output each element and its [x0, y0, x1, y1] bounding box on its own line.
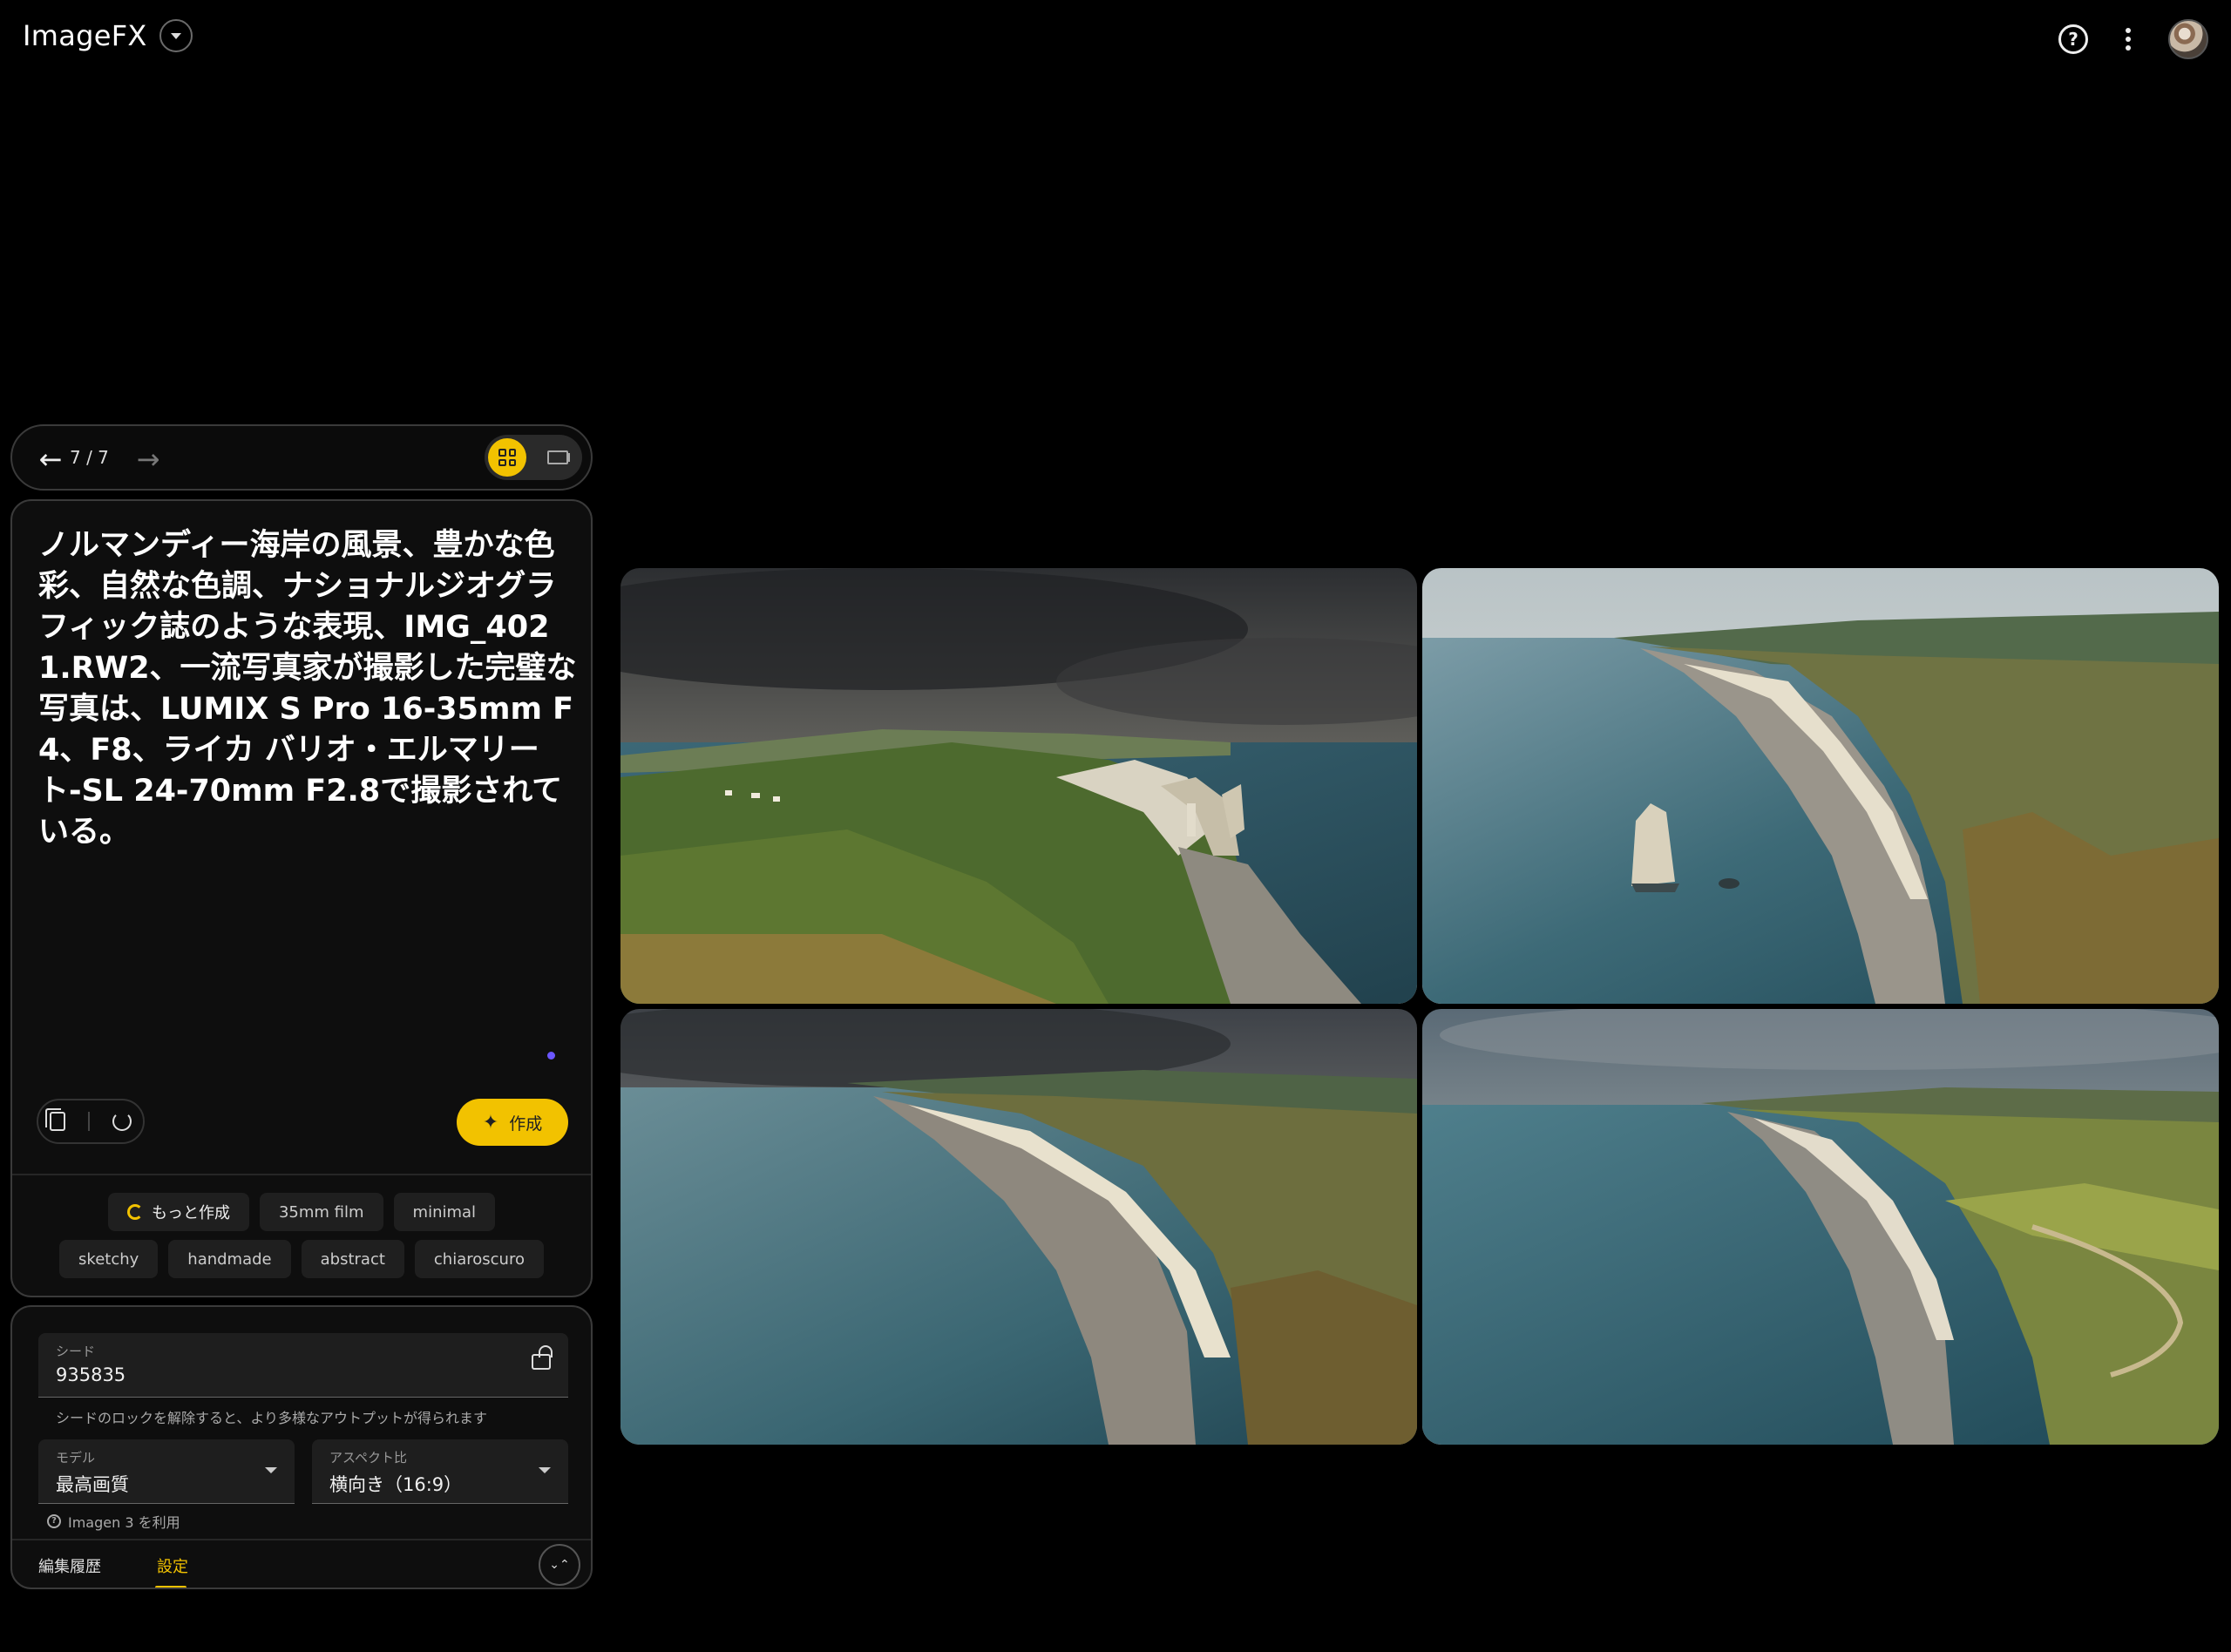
normandy-cliff-arch-image [620, 568, 1417, 1004]
more-chip[interactable]: もっと作成 [107, 1193, 249, 1231]
prompt-card: ノルマンディー海岸の風景、豊かな色彩、自然な色調、ナショナルジオグラフィック誌の… [10, 499, 593, 1297]
generated-image-3[interactable] [620, 1009, 1417, 1445]
tab-edit-history[interactable]: 編集履歴 [38, 1554, 101, 1577]
seed-label: シード [56, 1344, 96, 1359]
imagen-note: ? Imagen 3 を利用 [47, 1511, 180, 1532]
suggestion-chips: もっと作成 35mm film minimal sketchy handmade… [12, 1193, 591, 1278]
imagen-note-text: Imagen 3 を利用 [68, 1514, 180, 1531]
divider [12, 1174, 591, 1175]
chip-35mm-film[interactable]: 35mm film [259, 1193, 383, 1231]
chip-chiaroscuro[interactable]: chiaroscuro [414, 1240, 544, 1278]
top-actions: ? [2058, 19, 2208, 59]
curving-beach-cliffs-image [620, 1009, 1417, 1445]
seed-value: 935835 [56, 1364, 126, 1385]
settings-tabs: 編集履歴 設定 ⌄⌃ [12, 1539, 591, 1588]
chip-sketchy[interactable]: sketchy [59, 1240, 159, 1278]
generated-image-4[interactable] [1422, 1009, 2219, 1445]
tab-settings[interactable]: 設定 [157, 1554, 188, 1577]
back-arrow-icon[interactable]: ← [33, 442, 68, 477]
brand: ImageFX [23, 19, 193, 52]
model-value: 最高画質 [56, 1474, 129, 1495]
seed-field[interactable]: シード 935835 [38, 1333, 568, 1398]
white-cliffs-sea-stack-image [1422, 568, 2219, 1004]
single-view-button[interactable] [539, 438, 577, 477]
model-label: モデル [56, 1450, 96, 1466]
history-nav: ← 7 / 7 → [10, 424, 593, 491]
page-counter: 7 / 7 [70, 447, 109, 468]
generated-image-1[interactable] [620, 568, 1417, 1004]
help-icon[interactable]: ? [2058, 24, 2088, 54]
aspect-value: 横向き（16:9） [329, 1474, 463, 1495]
status-dot [547, 1052, 555, 1060]
app-title[interactable]: ImageFX [23, 19, 147, 52]
sparkle-icon: ✦ [482, 1111, 499, 1134]
dropdown-arrow-icon [265, 1467, 277, 1473]
image-gallery [620, 568, 2221, 1445]
divider [88, 1112, 90, 1131]
avatar[interactable] [2168, 19, 2208, 59]
generated-image-2[interactable] [1422, 568, 2219, 1004]
chip-minimal[interactable]: minimal [393, 1193, 496, 1231]
collapse-button[interactable]: ⌄⌃ [539, 1544, 580, 1586]
prompt-text[interactable]: ノルマンディー海岸の風景、豊かな色彩、自然な色調、ナショナルジオグラフィック誌の… [38, 525, 579, 853]
settings-card: シード 935835 シードのロックを解除すると、より多様なアウトプットが得られ… [10, 1305, 593, 1589]
create-button[interactable]: ✦ 作成 [457, 1099, 568, 1146]
more-vert-icon[interactable] [2114, 24, 2142, 54]
create-button-label: 作成 [509, 1114, 543, 1134]
active-tab-indicator [155, 1586, 186, 1588]
prompt-tools [37, 1099, 145, 1144]
chip-handmade[interactable]: handmade [168, 1240, 291, 1278]
model-select[interactable]: モデル 最高画質 [38, 1439, 295, 1504]
forward-arrow-icon[interactable]: → [131, 442, 166, 477]
single-view-icon [547, 450, 570, 464]
coastline-cliff-path-image [1422, 1009, 2219, 1445]
info-icon[interactable]: ? [47, 1514, 61, 1528]
seed-hint: シードのロックを解除すると、より多様なアウトプットが得られます [56, 1410, 488, 1426]
more-chip-label: もっと作成 [151, 1204, 230, 1222]
chevron-down-icon[interactable] [159, 19, 193, 52]
unlock-icon[interactable] [532, 1345, 553, 1370]
dropdown-arrow-icon [539, 1467, 551, 1473]
view-toggle [485, 435, 582, 480]
grid-view-button[interactable] [488, 438, 526, 477]
copy-icon[interactable] [45, 1108, 65, 1131]
top-bar: ImageFX ? [0, 0, 2231, 80]
reset-icon[interactable] [112, 1112, 132, 1131]
aspect-label: アスペクト比 [329, 1450, 407, 1466]
aspect-ratio-select[interactable]: アスペクト比 横向き（16:9） [312, 1439, 568, 1504]
grid-view-icon [498, 449, 516, 466]
chip-abstract[interactable]: abstract [301, 1240, 404, 1278]
refresh-icon [126, 1204, 143, 1220]
